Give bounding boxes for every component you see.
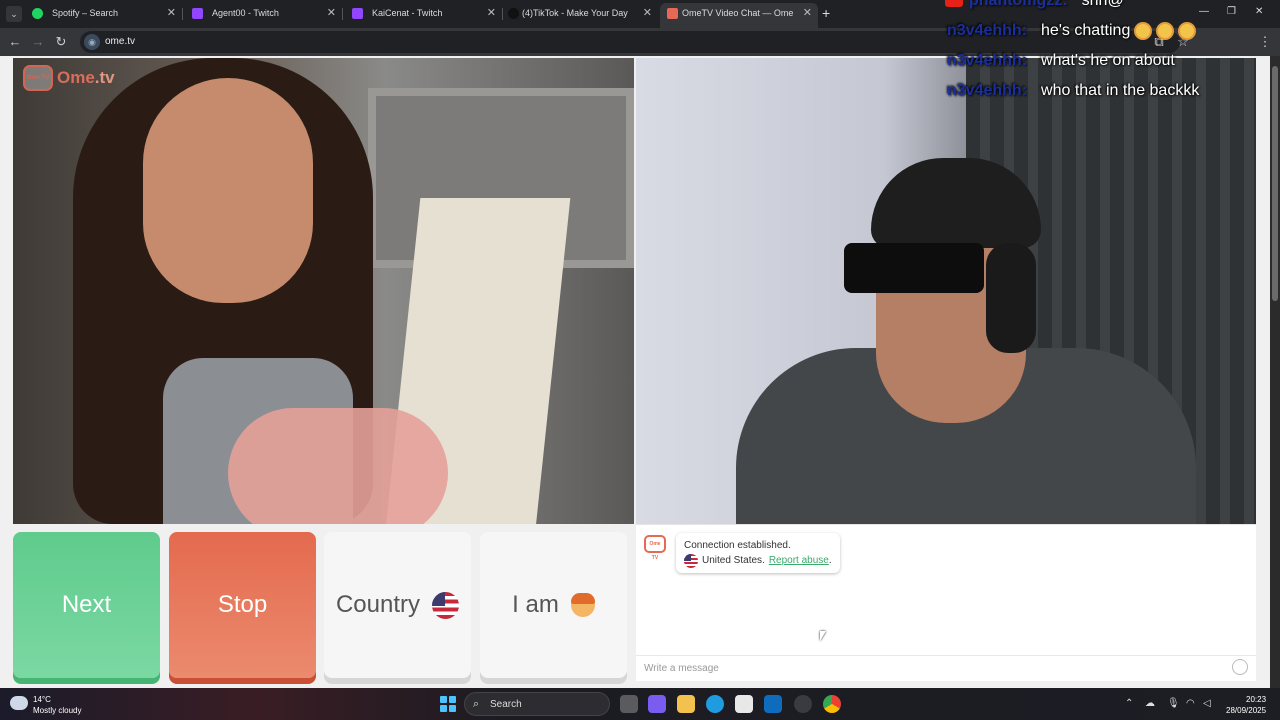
spotify-icon <box>32 8 43 19</box>
chat-panel: Ome TV Connection established. United St… <box>636 524 1256 681</box>
partner-country: United States. <box>702 555 765 566</box>
tab-tiktok[interactable]: (4)TikTok - Make Your Day ✕ <box>500 3 658 28</box>
site-info-icon[interactable]: ◉ <box>84 34 100 50</box>
weather-condition: Mostly cloudy <box>33 706 82 715</box>
date: 28/09/2025 <box>1226 706 1267 715</box>
tab-title: OmeTV Video Chat — Ome <box>682 8 794 18</box>
search-label: Search <box>490 699 522 710</box>
system-message: Connection established. United States. R… <box>676 533 840 573</box>
stop-label: Stop <box>217 591 268 618</box>
microphone-icon[interactable]: 🎙 <box>1167 698 1180 709</box>
ometv-chat-icon: Ome TV <box>644 535 666 561</box>
tab-title: KaiCenat - Twitch <box>372 8 443 18</box>
report-abuse-link[interactable]: Report abuse <box>769 555 829 566</box>
mouse-cursor <box>820 631 826 641</box>
taskbar-search[interactable]: ⌕ Search <box>464 692 610 716</box>
temperature: 14°C <box>33 695 51 704</box>
person-headphones <box>986 243 1036 353</box>
next-button[interactable]: Next <box>13 532 160 678</box>
onedrive-icon[interactable]: ☁ <box>1145 698 1155 709</box>
tray-overflow-icon[interactable]: ⌃ <box>1125 698 1133 709</box>
stop-button[interactable]: Stop <box>169 532 316 678</box>
back-icon[interactable]: ← <box>6 33 24 51</box>
emoji-picker-icon[interactable] <box>1232 659 1248 675</box>
local-video: Ome TV Ome.tv <box>13 58 634 524</box>
reload-icon[interactable]: ↻ <box>52 33 70 51</box>
outlook-icon[interactable] <box>764 695 782 713</box>
tiktok-icon <box>508 8 519 19</box>
windows-taskbar: 14°C Mostly cloudy ⌕ Search ⌃ ☁ 🎙 ◠ ◁ 20… <box>0 688 1280 720</box>
ometv-logo-text: Ome.tv <box>57 68 115 87</box>
emoji-icon <box>1156 22 1175 40</box>
chrome-dev-icon[interactable] <box>794 695 812 713</box>
emoji-icon <box>1134 22 1153 40</box>
windows-start-icon[interactable] <box>440 696 456 712</box>
overlay-message: n3v4ehhh: who that in the backkk <box>947 82 1200 99</box>
country-label: Country <box>335 591 421 618</box>
next-label: Next <box>61 591 112 618</box>
close-tab-icon[interactable]: ✕ <box>643 3 652 24</box>
file-explorer-icon[interactable] <box>677 695 695 713</box>
search-icon: ⌕ <box>473 698 480 710</box>
forward-icon[interactable]: → <box>29 33 47 51</box>
time: 20:23 <box>1246 695 1267 704</box>
overlay-message-partial: phantomgzz: shh@ <box>945 0 1124 10</box>
task-view-icon[interactable] <box>620 695 638 713</box>
tab-search-dropdown[interactable]: ⌄ <box>6 6 22 22</box>
url-text: ome.tv <box>105 36 136 47</box>
system-clock[interactable]: 20:23 28/09/2025 <box>1226 694 1266 716</box>
weather-widget[interactable]: 14°C Mostly cloudy <box>33 694 81 716</box>
wifi-icon[interactable]: ◠ <box>1186 698 1195 709</box>
tab-title: Spotify – Search <box>52 8 119 18</box>
us-flag-icon <box>432 591 460 619</box>
ometv-icon <box>667 8 678 19</box>
connection-status: Connection established. <box>684 540 791 551</box>
overlay-message: n3v4ehhh: what's he on about <box>947 52 1175 69</box>
ometv-logo: Ome TV Ome.tv <box>23 64 115 92</box>
twitch-icon <box>192 8 203 19</box>
report-suffix: . <box>828 555 832 566</box>
close-tab-icon[interactable]: ✕ <box>803 3 812 24</box>
ometv-page: Ome TV Ome.tv Next Stop Country I am Ome… <box>0 56 1270 688</box>
twitch-icon <box>352 8 363 19</box>
tab-title: (4)TikTok - Make Your Day <box>522 8 628 18</box>
tab-title: Agent00 - Twitch <box>212 8 279 18</box>
cloud-icon[interactable] <box>10 696 28 710</box>
tab-ometv[interactable]: OmeTV Video Chat — Ome ✕ <box>660 3 818 28</box>
tab-spotify[interactable]: Spotify – Search ✕ <box>22 3 182 28</box>
gender-button[interactable]: I am <box>480 532 627 678</box>
person-face <box>143 78 313 303</box>
new-tab-button[interactable]: + <box>822 5 830 21</box>
ometv-logo-icon: Ome TV <box>23 65 53 91</box>
person-sunglasses <box>844 243 984 293</box>
volume-icon[interactable]: ◁ <box>1203 698 1211 709</box>
stream-chat-overlay: phantomgzz: shh@ n3v4ehhh: he's chatting n… <box>945 0 1275 104</box>
chrome-icon[interactable] <box>823 695 841 713</box>
remote-video <box>636 58 1256 524</box>
gender-label: I am <box>512 591 559 618</box>
us-flag-icon <box>684 553 698 568</box>
page-scrollbar[interactable] <box>1270 56 1280 688</box>
close-tab-icon[interactable]: ✕ <box>327 3 336 24</box>
blurred-hand <box>228 408 448 524</box>
edge-icon[interactable] <box>706 695 724 713</box>
tab-agent00[interactable]: Agent00 - Twitch ✕ <box>182 3 342 28</box>
tab-kaicenat[interactable]: KaiCenat - Twitch ✕ <box>342 3 502 28</box>
country-button[interactable]: Country <box>324 532 471 678</box>
emoji-icon <box>1178 22 1197 40</box>
message-input[interactable]: Write a message <box>636 655 1256 681</box>
boy-emoji-icon <box>570 593 595 617</box>
youtube-icon <box>945 0 963 8</box>
overlay-message: n3v4ehhh: he's chatting <box>947 22 1197 40</box>
copilot-icon[interactable] <box>648 695 666 713</box>
store-icon[interactable] <box>735 695 753 713</box>
close-tab-icon[interactable]: ✕ <box>167 3 176 24</box>
close-tab-icon[interactable]: ✕ <box>487 3 496 24</box>
